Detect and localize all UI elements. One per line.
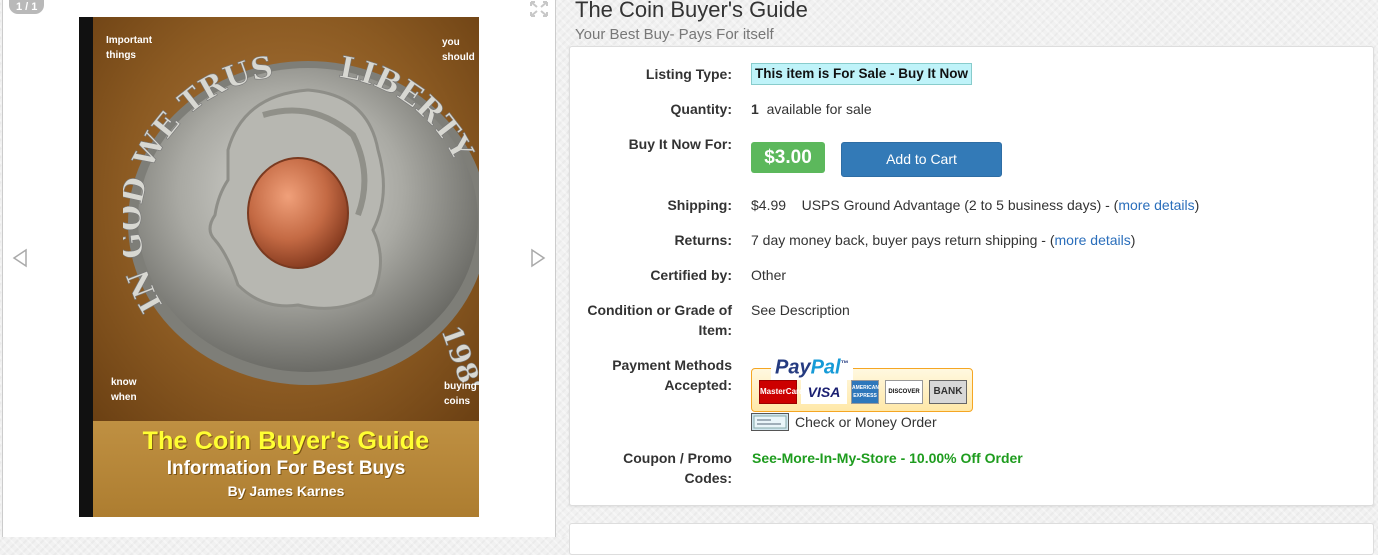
shipping-more-details-link[interactable]: more details (1118, 197, 1194, 213)
coin-photo: IN GOD WE TRUST LIBERTY 1988 Importantth… (93, 17, 479, 421)
shipping-value-row: $4.99 USPS Ground Advantage (2 to 5 busi… (751, 197, 1200, 213)
price-badge: $3.00 (751, 142, 825, 173)
previous-image-arrow-icon[interactable] (11, 248, 29, 268)
cover-title: The Coin Buyer's Guide (142, 427, 430, 455)
coupon-label: Coupon / Promo Codes: (623, 450, 732, 486)
cover-author: By James Karnes (227, 483, 345, 499)
cover-corner-top-right: you should (442, 37, 475, 63)
condition-value: See Description (751, 302, 850, 318)
coupon-value: See-More-In-My-Store - 10.00% Off Order (752, 450, 1023, 466)
payment-methods-label: Payment Methods Accepted: (612, 357, 732, 393)
listing-type-label: Listing Type: (645, 66, 732, 82)
quantity-value-row: 1 available for sale (751, 99, 872, 119)
check-money-order-label: Check or Money Order (795, 414, 937, 430)
returns-label: Returns: (674, 232, 732, 248)
cover-corner-bottom-right: buying coins (444, 381, 477, 407)
book-spine (79, 17, 93, 517)
certified-by-value: Other (751, 267, 787, 283)
shipping-cost: $4.99 (751, 197, 787, 213)
item-subtitle: Your Best Buy- Pays For itself (575, 26, 774, 43)
add-to-cart-button[interactable]: Add to Cart (841, 142, 1002, 177)
returns-value-row: 7 day money back, buyer pays return ship… (751, 232, 1136, 248)
cover-corner-top-left: Important things (106, 35, 153, 61)
paypal-logo-icon: PayPal™ (771, 352, 853, 380)
returns-policy: 7 day money back, buyer pays return ship… (751, 232, 1055, 248)
amex-icon: AMERICAN EXPRESS (851, 380, 879, 404)
buy-now-label: Buy It Now For: (628, 136, 732, 152)
cover-corner-bottom-left: know when (111, 377, 137, 403)
check-money-order-icon (751, 413, 789, 431)
image-gallery: 1 / 1 IN WE TRUS LIBERTY 1988 Important … (2, 0, 556, 537)
quantity-label: Quantity: (670, 101, 732, 117)
mastercard-icon: MasterCard (759, 380, 804, 404)
listing-type-badge: This item is For Sale - Buy It Now (751, 63, 973, 85)
quantity-suffix: available for sale (766, 101, 872, 117)
cover-subtitle: Information For Best Buys (166, 458, 406, 479)
nickel-coin-image: IN GOD WE TRUST LIBERTY 1988 (123, 55, 479, 385)
discover-icon: DISCOVER (885, 380, 923, 404)
expand-icon[interactable] (529, 0, 549, 18)
bank-icon: BANK (929, 380, 967, 404)
shipping-label: Shipping: (667, 197, 732, 213)
coin-year-text: 1988 (434, 321, 479, 385)
item-title: The Coin Buyer's Guide (575, 0, 808, 22)
visa-icon: VISA (801, 380, 847, 404)
certified-by-label: Certified by: (650, 267, 732, 283)
secondary-panel (569, 523, 1374, 555)
returns-more-details-link[interactable]: more details (1055, 232, 1131, 248)
quantity-value: 1 (751, 101, 759, 117)
cover-title-band: The Coin Buyer's Guide Information For B… (93, 421, 479, 517)
book-cover-image[interactable]: IN GOD WE TRUST LIBERTY 1988 Importantth… (79, 17, 479, 517)
condition-label: Condition or Grade of Item: (587, 302, 732, 338)
image-counter: 1 / 1 (9, 0, 45, 14)
shipping-method: USPS Ground Advantage (2 to 5 business d… (801, 197, 1119, 213)
next-image-arrow-icon[interactable] (529, 248, 547, 268)
